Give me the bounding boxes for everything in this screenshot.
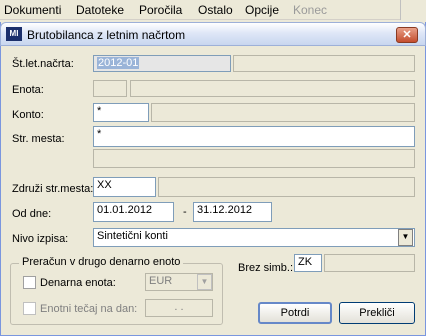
str-mesta-label: Str. mesta: xyxy=(12,133,65,145)
str-mesta-description xyxy=(93,149,415,168)
zdruzi-str-mesta-input[interactable]: XX xyxy=(93,177,156,197)
window-title: Brutobilanca z letnim načrtom xyxy=(27,28,186,42)
menu-ostalo[interactable]: Ostalo xyxy=(198,3,233,17)
menubar-end-area xyxy=(400,0,426,20)
brez-simb-label: Brez simb.: xyxy=(238,262,294,274)
zdruzi-str-mesta-label: Združi str.mesta: xyxy=(12,183,94,195)
str-mesta-input[interactable]: * xyxy=(93,126,415,147)
enota-description xyxy=(130,80,415,97)
enota-label: Enota: xyxy=(12,84,44,96)
nivo-izpisa-value: Sintetični konti xyxy=(97,230,168,242)
preklici-button[interactable]: Prekliči xyxy=(339,302,415,324)
enota-input[interactable] xyxy=(93,80,127,97)
date-separator: - xyxy=(183,206,187,218)
zdruzi-str-mesta-description xyxy=(158,177,415,197)
st-let-nacrta-description xyxy=(233,55,415,72)
od-dne-label: Od dne: xyxy=(12,208,52,220)
st-let-nacrta-input[interactable]: 2012-01 xyxy=(93,55,231,72)
menu-bar: Dokumenti Datoteke Poročila Ostalo Opcij… xyxy=(0,0,426,20)
enotni-tecaj-checkbox xyxy=(23,302,36,315)
close-button[interactable]: ✕ xyxy=(396,27,418,43)
denarna-enota-value: EUR xyxy=(149,275,173,287)
date-from-input[interactable]: 01.01.2012 xyxy=(93,202,174,222)
chevron-down-icon: ▼ xyxy=(197,274,212,290)
st-let-nacrta-value: 2012-01 xyxy=(97,57,140,69)
preracun-group-legend: Preračun v drugo denarno enoto xyxy=(19,256,184,268)
app-logo-icon: MI xyxy=(6,27,22,41)
konto-input[interactable]: * xyxy=(93,103,149,122)
denarna-enota-label: Denarna enota: xyxy=(40,277,116,289)
menu-konec: Konec xyxy=(293,3,328,17)
menu-datoteke[interactable]: Datoteke xyxy=(76,3,124,17)
menu-opcije[interactable]: Opcije xyxy=(245,3,279,17)
enotni-tecaj-input: . . xyxy=(145,299,213,317)
enotni-tecaj-label: Enotni tečaj na dan: xyxy=(40,303,138,315)
konto-description xyxy=(151,103,415,122)
chevron-down-icon[interactable]: ▼ xyxy=(398,229,413,246)
nivo-izpisa-label: Nivo izpisa: xyxy=(12,233,69,245)
konto-label: Konto: xyxy=(12,109,44,121)
enotni-tecaj-value: . . xyxy=(174,301,184,313)
denarna-enota-checkbox[interactable] xyxy=(23,276,36,289)
menu-dokumenti[interactable]: Dokumenti xyxy=(4,3,61,17)
brez-simb-input[interactable]: ZK xyxy=(294,254,322,272)
potrdi-button[interactable]: Potrdi xyxy=(258,302,332,324)
nivo-izpisa-select[interactable]: Sintetični konti xyxy=(93,228,415,247)
st-let-nacrta-label: Št.let.načrta: xyxy=(12,58,74,70)
menu-porocila[interactable]: Poročila xyxy=(139,3,182,17)
brez-simb-description xyxy=(324,254,415,272)
date-to-input[interactable]: 31.12.2012 xyxy=(193,202,272,222)
